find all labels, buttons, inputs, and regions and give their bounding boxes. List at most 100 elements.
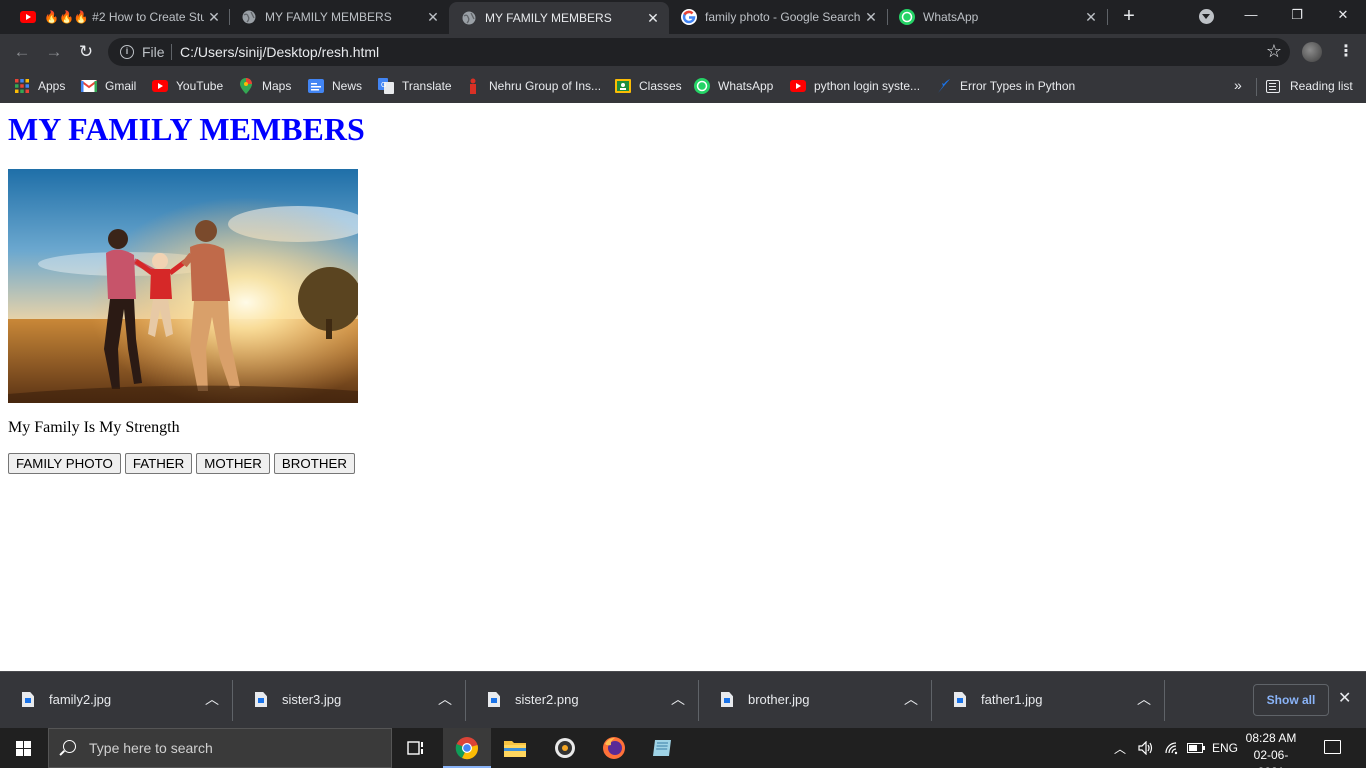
back-arrow-icon[interactable]: ← — [12, 42, 32, 62]
family-photo — [8, 169, 358, 403]
bookmark-nehru[interactable]: Nehru Group of Ins... — [465, 76, 601, 96]
chrome-taskbar-icon[interactable] — [443, 728, 491, 768]
father-button[interactable]: FATHER — [124, 453, 193, 474]
bookmark-whatsapp[interactable]: WhatsApp — [694, 76, 773, 96]
tab-youtube-video[interactable]: 🔥🔥🔥 #2 How to Create Stu ✕ — [8, 0, 230, 34]
clock-date: 02-06-2021 — [1253, 748, 1289, 779]
close-shelf-icon[interactable]: ✕ — [1338, 688, 1351, 708]
taskbar-clock[interactable]: 08:28 AM 02-06-2021 — [1244, 730, 1298, 781]
classes-icon — [615, 78, 631, 94]
bookmark-error-types[interactable]: Error Types in Python — [936, 76, 1075, 96]
bookmark-classes[interactable]: Classes — [615, 76, 682, 96]
image-file-icon — [954, 692, 966, 707]
bookmark-label: YouTube — [176, 79, 224, 93]
bookmark-label: Apps — [38, 79, 66, 93]
tab-close-icon[interactable]: ✕ — [423, 9, 443, 26]
download-separator — [1164, 680, 1165, 721]
minimize-button[interactable]: — — [1228, 0, 1274, 30]
tab-close-icon[interactable]: ✕ — [204, 9, 224, 26]
reload-icon[interactable]: ↻ — [76, 42, 96, 62]
tab-google-search[interactable]: family photo - Google Search ✕ — [669, 0, 887, 34]
page-content: MY FAMILY MEMBERS My Family Is My Streng… — [0, 103, 1366, 671]
volume-icon[interactable] — [1138, 728, 1154, 768]
bookmark-python-login[interactable]: python login syste... — [790, 76, 920, 96]
chevron-up-icon[interactable]: ︿ — [205, 689, 219, 709]
bookmarks-overflow-icon[interactable]: » — [1234, 77, 1242, 93]
notification-center-icon[interactable] — [1324, 740, 1341, 754]
chevron-up-icon[interactable]: ︿ — [904, 689, 918, 709]
bookmark-gmail[interactable]: Gmail — [81, 76, 136, 96]
brother-button[interactable]: BROTHER — [273, 453, 355, 474]
new-tab-button[interactable]: + — [1118, 5, 1140, 27]
tab-whatsapp[interactable]: WhatsApp ✕ — [887, 0, 1107, 34]
url-text[interactable]: C:/Users/sinij/Desktop/resh.html — [180, 44, 379, 60]
reading-list-button[interactable]: Reading list — [1266, 76, 1353, 96]
chevron-up-icon[interactable]: ︿ — [438, 689, 452, 709]
start-button[interactable] — [0, 728, 48, 768]
download-item[interactable]: brother.jpg ︿ — [699, 672, 932, 729]
mother-button[interactable]: MOTHER — [196, 453, 270, 474]
family-photo-button[interactable]: FAMILY PHOTO — [8, 453, 121, 474]
bookmark-apps[interactable]: Apps — [14, 76, 65, 96]
taskbar-search-box[interactable]: Type here to search — [48, 728, 392, 768]
menu-kebab-icon[interactable]: ⋮ — [1338, 42, 1354, 62]
tab-close-icon[interactable]: ✕ — [1081, 9, 1101, 26]
show-hidden-icons[interactable]: ︿ — [1114, 728, 1126, 768]
download-item[interactable]: family2.jpg ︿ — [0, 672, 233, 729]
bookmark-label: Error Types in Python — [960, 79, 1076, 93]
tab-close-icon[interactable]: ✕ — [861, 9, 881, 26]
tab-search-icon[interactable] — [1199, 9, 1214, 24]
page-heading: MY FAMILY MEMBERS — [8, 111, 365, 147]
svg-text:G: G — [381, 82, 386, 89]
show-all-downloads-button[interactable]: Show all — [1253, 684, 1329, 716]
notes-app-icon[interactable] — [638, 728, 686, 768]
tab-title: MY FAMILY MEMBERS — [485, 11, 612, 25]
site-info-icon[interactable]: i — [120, 45, 134, 59]
chevron-up-icon[interactable]: ︿ — [671, 689, 685, 709]
bookmark-maps[interactable]: Maps — [238, 76, 291, 96]
youtube-icon — [152, 78, 168, 94]
chevron-up-icon[interactable]: ︿ — [1137, 689, 1151, 709]
windows-taskbar: Type here to search ︿ ENG 08:28 AM 02-06… — [0, 728, 1366, 779]
bookmark-label: WhatsApp — [718, 79, 774, 93]
task-view-icon[interactable] — [392, 728, 440, 768]
tab-family-members-1[interactable]: MY FAMILY MEMBERS ✕ — [229, 0, 449, 34]
family-button-row: FAMILY PHOTO FATHER MOTHER BROTHER — [8, 453, 359, 474]
firefox-icon[interactable] — [590, 728, 638, 768]
download-shelf: family2.jpg ︿ sister3.jpg ︿ sister2.png … — [0, 671, 1366, 728]
close-window-button[interactable]: ✕ — [1320, 0, 1366, 30]
whatsapp-icon — [694, 78, 710, 94]
tab-family-members-active[interactable]: MY FAMILY MEMBERS ✕ — [449, 2, 669, 34]
bookmarks-bar: Apps Gmail YouTube Maps News G Translate — [0, 70, 1366, 103]
restore-button[interactable]: ❐ — [1274, 0, 1320, 30]
tab-close-icon[interactable]: ✕ — [643, 10, 663, 27]
image-file-icon — [22, 692, 34, 707]
nehru-icon — [465, 78, 481, 94]
bookmark-label: python login syste... — [814, 79, 921, 93]
file-explorer-icon[interactable] — [491, 728, 539, 768]
bookmark-news[interactable]: News — [308, 76, 362, 96]
download-item[interactable]: sister2.png ︿ — [466, 672, 699, 729]
download-filename: sister3.jpg — [282, 692, 342, 707]
tab-separator — [1107, 9, 1108, 25]
language-indicator[interactable]: ENG — [1212, 728, 1238, 768]
youtube-icon — [790, 78, 806, 94]
forward-arrow-icon[interactable]: → — [44, 42, 64, 62]
network-icon[interactable] — [1164, 728, 1180, 768]
download-item[interactable]: father1.jpg ︿ — [932, 672, 1165, 729]
media-player-icon[interactable] — [541, 728, 589, 768]
profile-avatar[interactable] — [1302, 42, 1322, 62]
scheme-label: File — [142, 44, 165, 60]
bookmark-star-icon[interactable]: ☆ — [1266, 41, 1282, 62]
address-bar[interactable]: i File C:/Users/sinij/Desktop/resh.html … — [108, 38, 1290, 66]
globe-icon — [241, 9, 257, 25]
download-filename: father1.jpg — [981, 692, 1043, 707]
tab-title: WhatsApp — [923, 10, 979, 24]
bookmark-youtube[interactable]: YouTube — [152, 76, 223, 96]
apps-grid-icon — [14, 78, 30, 94]
youtube-icon — [20, 9, 36, 25]
gmail-icon — [81, 78, 97, 94]
battery-icon[interactable] — [1187, 728, 1205, 768]
bookmark-translate[interactable]: G Translate — [378, 76, 452, 96]
download-item[interactable]: sister3.jpg ︿ — [233, 672, 466, 729]
